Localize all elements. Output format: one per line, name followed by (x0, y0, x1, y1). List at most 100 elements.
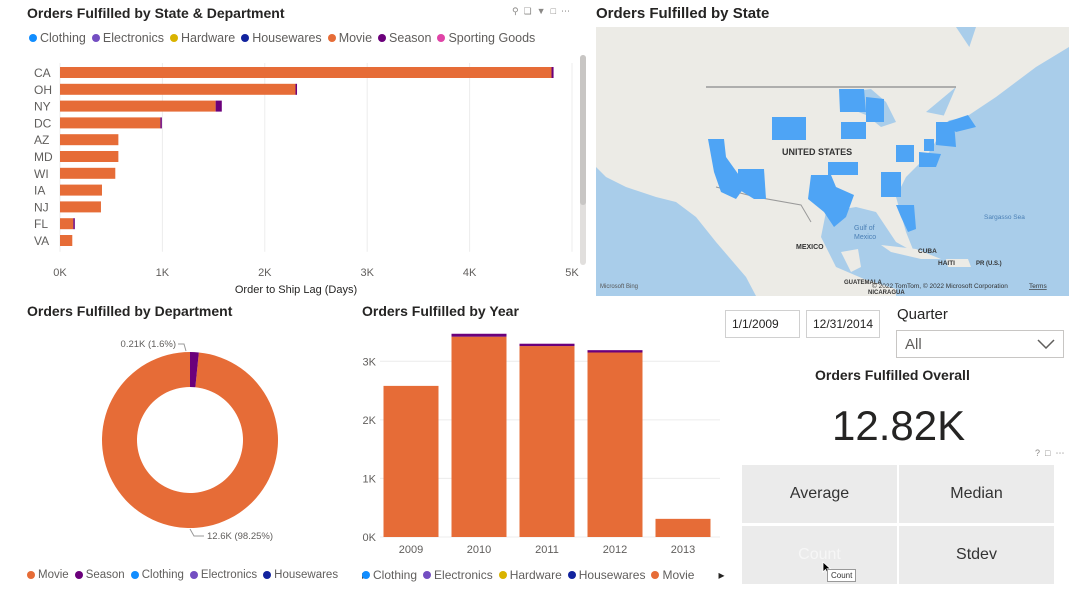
y-category-label: IA (34, 184, 45, 198)
y-category-label: OH (34, 83, 52, 97)
state-ga (881, 172, 901, 197)
bar-nj-movie[interactable] (60, 201, 101, 213)
dept-legend-item-housewares[interactable]: Housewares (263, 569, 338, 581)
bar-ca-season[interactable] (551, 67, 554, 78)
legend-marker-icon (362, 571, 370, 579)
year-legend-item-movie[interactable]: Movie (651, 568, 694, 582)
state-dept-visual[interactable]: Orders Fulfilled by State & Department ⚲… (0, 0, 590, 300)
year-legend-item-hardware[interactable]: Hardware (498, 568, 562, 582)
state-dept-legend-item-housewares[interactable]: Housewares (241, 31, 322, 45)
bar-ny-movie[interactable] (60, 100, 216, 112)
state-dept-legend-item-sporting-goods[interactable]: Sporting Goods (437, 31, 535, 45)
map-label-nicaragua: NICARAGUA (868, 290, 905, 296)
year-legend-item-clothing[interactable]: Clothing (362, 568, 417, 582)
legend-marker-icon (74, 571, 83, 579)
year-chart[interactable]: 0K 1K 2K 3K 2009 2010 2011 2012 2013 (350, 320, 730, 565)
bar-oh-movie[interactable] (60, 83, 296, 95)
column-2011-season[interactable] (519, 343, 575, 347)
column-2009-movie[interactable] (383, 385, 439, 537)
column-2013-movie[interactable] (655, 518, 711, 537)
bar-ia-movie[interactable] (60, 184, 102, 196)
legend-marker-icon (567, 571, 576, 579)
dept-legend-item-electronics[interactable]: Electronics (189, 569, 258, 581)
x-tick-label: 2011 (535, 544, 559, 556)
state-nj (924, 139, 934, 151)
start-date-input[interactable]: 1/1/2009 (725, 310, 800, 338)
legend-label: Movie (38, 569, 69, 581)
bar-va-movie[interactable] (60, 235, 73, 246)
y-category-label: VA (34, 234, 49, 248)
median-button[interactable]: Median (899, 465, 1054, 523)
state-dept-legend: Clothing Electronics Hardware Housewares Mov… (29, 31, 541, 45)
stdev-button[interactable]: Stdev (899, 526, 1054, 584)
chart-scrollbar[interactable] (580, 55, 586, 265)
legend-label: Sporting Goods (448, 31, 536, 45)
state-dept-legend-item-season[interactable]: Season (378, 31, 431, 45)
focus-mode-icon[interactable]: □ (1045, 448, 1050, 459)
map-label-haiti: HAITI (938, 260, 955, 267)
year-legend-item-housewares[interactable]: Housewares (567, 568, 646, 582)
column-2010-season[interactable] (451, 333, 507, 337)
bar-dc-movie[interactable] (60, 117, 161, 129)
dept-legend-item-season[interactable]: Season (74, 569, 125, 581)
count-button[interactable]: Count (742, 526, 897, 584)
more-options-icon[interactable]: ⋯ (561, 6, 570, 17)
quarter-dropdown[interactable]: All (896, 330, 1064, 358)
state-dept-legend-item-electronics[interactable]: Electronics (91, 31, 164, 45)
dept-legend-item-movie[interactable]: Movie (27, 569, 69, 581)
x-tick-label: 1K (156, 267, 170, 279)
column-2012-season[interactable] (587, 350, 643, 353)
x-tick-label: 3K (360, 267, 374, 279)
column-2010-movie[interactable] (451, 336, 507, 537)
legend-label: Electronics (200, 569, 258, 581)
map-terms-link[interactable]: Terms (1029, 283, 1047, 290)
y-category-label: WI (34, 167, 49, 181)
bar-oh-season[interactable] (295, 83, 298, 95)
legend-label: Housewares (578, 568, 646, 582)
state-dept-legend-item-hardware[interactable]: Hardware (170, 31, 235, 45)
focus-mode-icon[interactable]: □ (551, 6, 556, 17)
legend-next-icon[interactable]: ▸ (718, 568, 724, 582)
column-2011-movie[interactable] (519, 346, 575, 537)
column-2012-movie[interactable] (587, 352, 643, 538)
y-category-label: AZ (34, 133, 49, 147)
legend-marker-icon (498, 571, 507, 579)
legend-marker-icon (29, 34, 37, 42)
bar-dc-season[interactable] (160, 117, 162, 129)
legend-marker-icon (27, 571, 35, 579)
more-options-icon[interactable]: ⋯ (1055, 448, 1064, 459)
average-button[interactable]: Average (742, 465, 897, 523)
legend-marker-icon (378, 34, 387, 42)
legend-label: Clothing (141, 569, 184, 581)
year-legend-item-electronics[interactable]: Electronics (423, 568, 493, 582)
end-date-input[interactable]: 12/31/2014 (806, 310, 880, 338)
yucatan-land (841, 249, 861, 272)
x-tick-label: 2010 (467, 544, 491, 556)
copy-icon[interactable]: ❏ (524, 6, 532, 17)
state-dept-legend-item-movie[interactable]: Movie (327, 31, 372, 45)
map-title: Orders Fulfilled by State (596, 5, 770, 22)
bar-az-movie[interactable] (60, 134, 119, 146)
filter-icon[interactable]: ▼ (537, 6, 546, 17)
bar-fl-movie[interactable] (60, 218, 74, 230)
data-label-movie: 12.6K (98.25%) (207, 531, 273, 542)
y-category-label: CA (34, 66, 51, 80)
y-category-label: NY (34, 100, 51, 114)
pin-icon[interactable]: ⚲ (512, 6, 519, 17)
bar-wi-movie[interactable] (60, 167, 116, 179)
bar-fl-season[interactable] (73, 218, 75, 230)
dept-legend-item-clothing[interactable]: Clothing (130, 569, 184, 581)
state-map[interactable]: UNITED STATES MEXICO Gulf of Mexico CUBA … (596, 27, 1069, 296)
legend-label: Hardware (509, 568, 562, 582)
state-dept-legend-item-clothing[interactable]: Clothing (29, 31, 86, 45)
x-tick-label: 2009 (399, 544, 423, 556)
state-mn (839, 89, 866, 112)
scrollbar-thumb[interactable] (580, 55, 586, 205)
bar-ca-movie[interactable] (60, 67, 552, 78)
help-icon[interactable]: ? (1035, 448, 1040, 459)
chevron-down-icon (1037, 339, 1055, 349)
dept-donut-chart[interactable]: 0.21K (1.6%) 12.6K (98.25%) (0, 320, 350, 560)
bar-md-movie[interactable] (60, 151, 119, 162)
bar-ny-season[interactable] (215, 100, 222, 112)
y-tick-label: 1K (363, 473, 377, 485)
